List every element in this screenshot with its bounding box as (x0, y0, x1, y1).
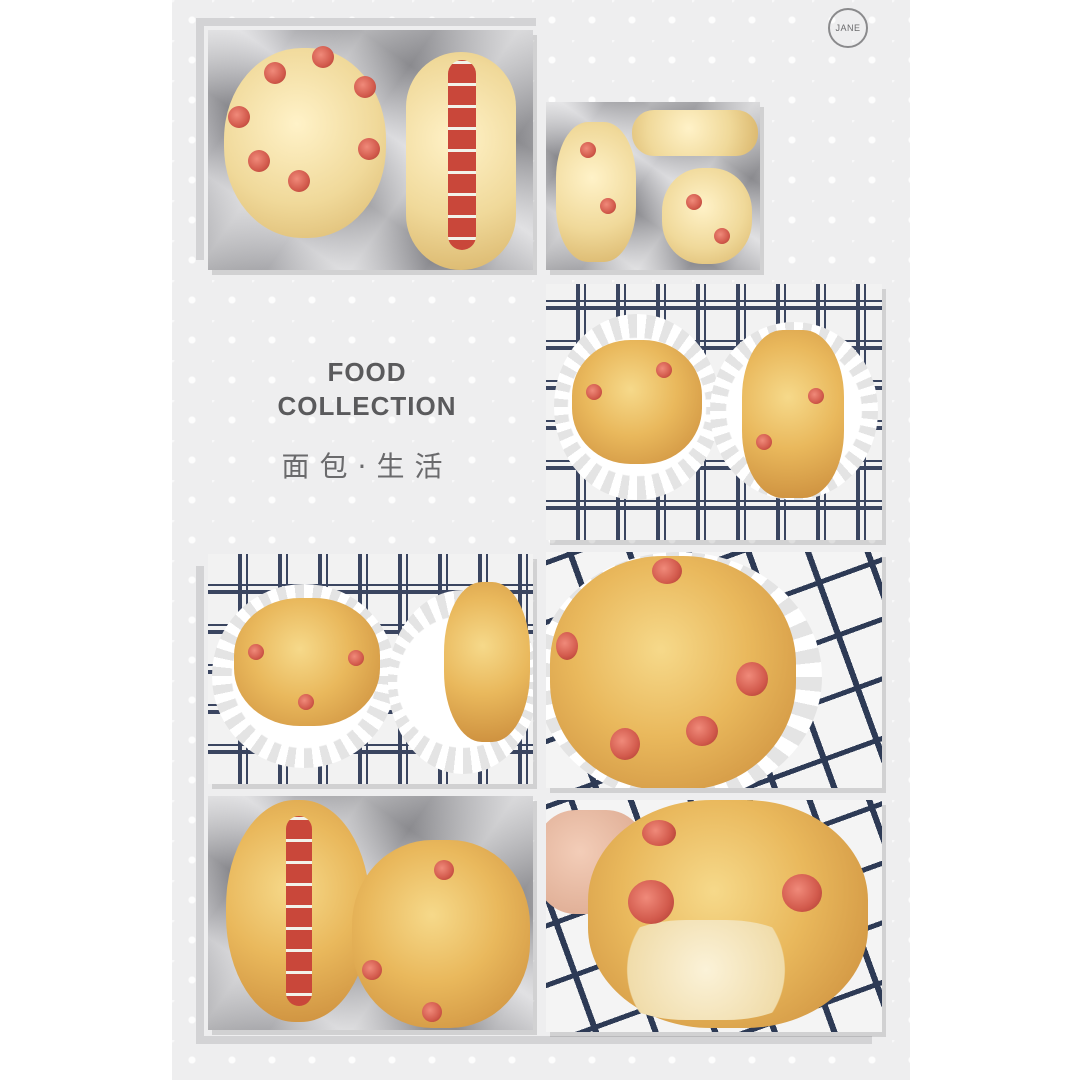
sausage-slice (580, 142, 596, 158)
sausage-slice (248, 644, 264, 660)
sausage-slice (312, 46, 334, 68)
sausage-slice (808, 388, 824, 404)
sausage-slice (348, 650, 364, 666)
sausage-slice (656, 362, 672, 378)
title-line-collection: COLLECTION (277, 391, 457, 421)
braided-dough (632, 110, 758, 156)
sausage-slice (288, 170, 310, 192)
collection-title: FOOD COLLECTION 面包·生活 (232, 355, 502, 485)
sausage-slice (642, 820, 676, 846)
sausage-slice (264, 62, 286, 84)
sausage-slice (434, 860, 454, 880)
photo-unbaked-flower-and-hotdog (208, 30, 533, 270)
sausage-slice (248, 150, 270, 172)
frame-bottom (196, 1036, 872, 1044)
sausage-slice (756, 434, 772, 450)
frame-top-left (196, 18, 536, 26)
sausage-slice (228, 106, 250, 128)
baked-plain-roll (444, 582, 530, 742)
sausage-slice (298, 694, 314, 710)
baked-braid-bun (742, 330, 844, 498)
chinese-subtitle: 面包·生活 (281, 450, 453, 483)
title-line-food: FOOD (327, 357, 407, 387)
sausage-slice (358, 138, 380, 160)
sausage-slice (362, 960, 382, 980)
flower-bun (556, 122, 636, 262)
flower-bun (662, 168, 752, 264)
photo-baked-hotdog-and-flower (208, 796, 533, 1030)
sausage-slice (782, 874, 822, 912)
sausage-slice (628, 880, 674, 924)
sausage-slice (714, 228, 730, 244)
sausage-slice (556, 632, 578, 660)
sausage-slice (652, 558, 682, 584)
sausage-slice (354, 76, 376, 98)
sausage-slice (600, 198, 616, 214)
sausage-slice (422, 1002, 442, 1022)
photo-bitten-sausage-bun (546, 800, 882, 1032)
collage-page: FOOD COLLECTION 面包·生活 JANE (172, 0, 910, 1080)
sausage-slice (686, 194, 702, 210)
photo-baked-flower-and-roll (208, 554, 533, 784)
hotdog-sausage (448, 60, 476, 250)
photo-unbaked-buns-tray (546, 102, 760, 270)
photo-flower-bun-closeup (546, 552, 882, 788)
sausage-slice (686, 716, 718, 746)
sausage-slice (586, 384, 602, 400)
frame-left-lower (196, 566, 204, 1044)
bun-crumb (606, 920, 806, 1020)
photo-baked-flower-and-braid (546, 284, 882, 540)
baked-flower-bun (572, 340, 702, 464)
sausage-slice (610, 728, 640, 760)
jane-badge: JANE (828, 8, 868, 48)
hotdog-sausage (286, 816, 312, 1006)
frame-left-upper (196, 18, 204, 260)
sausage-slice (736, 662, 768, 696)
